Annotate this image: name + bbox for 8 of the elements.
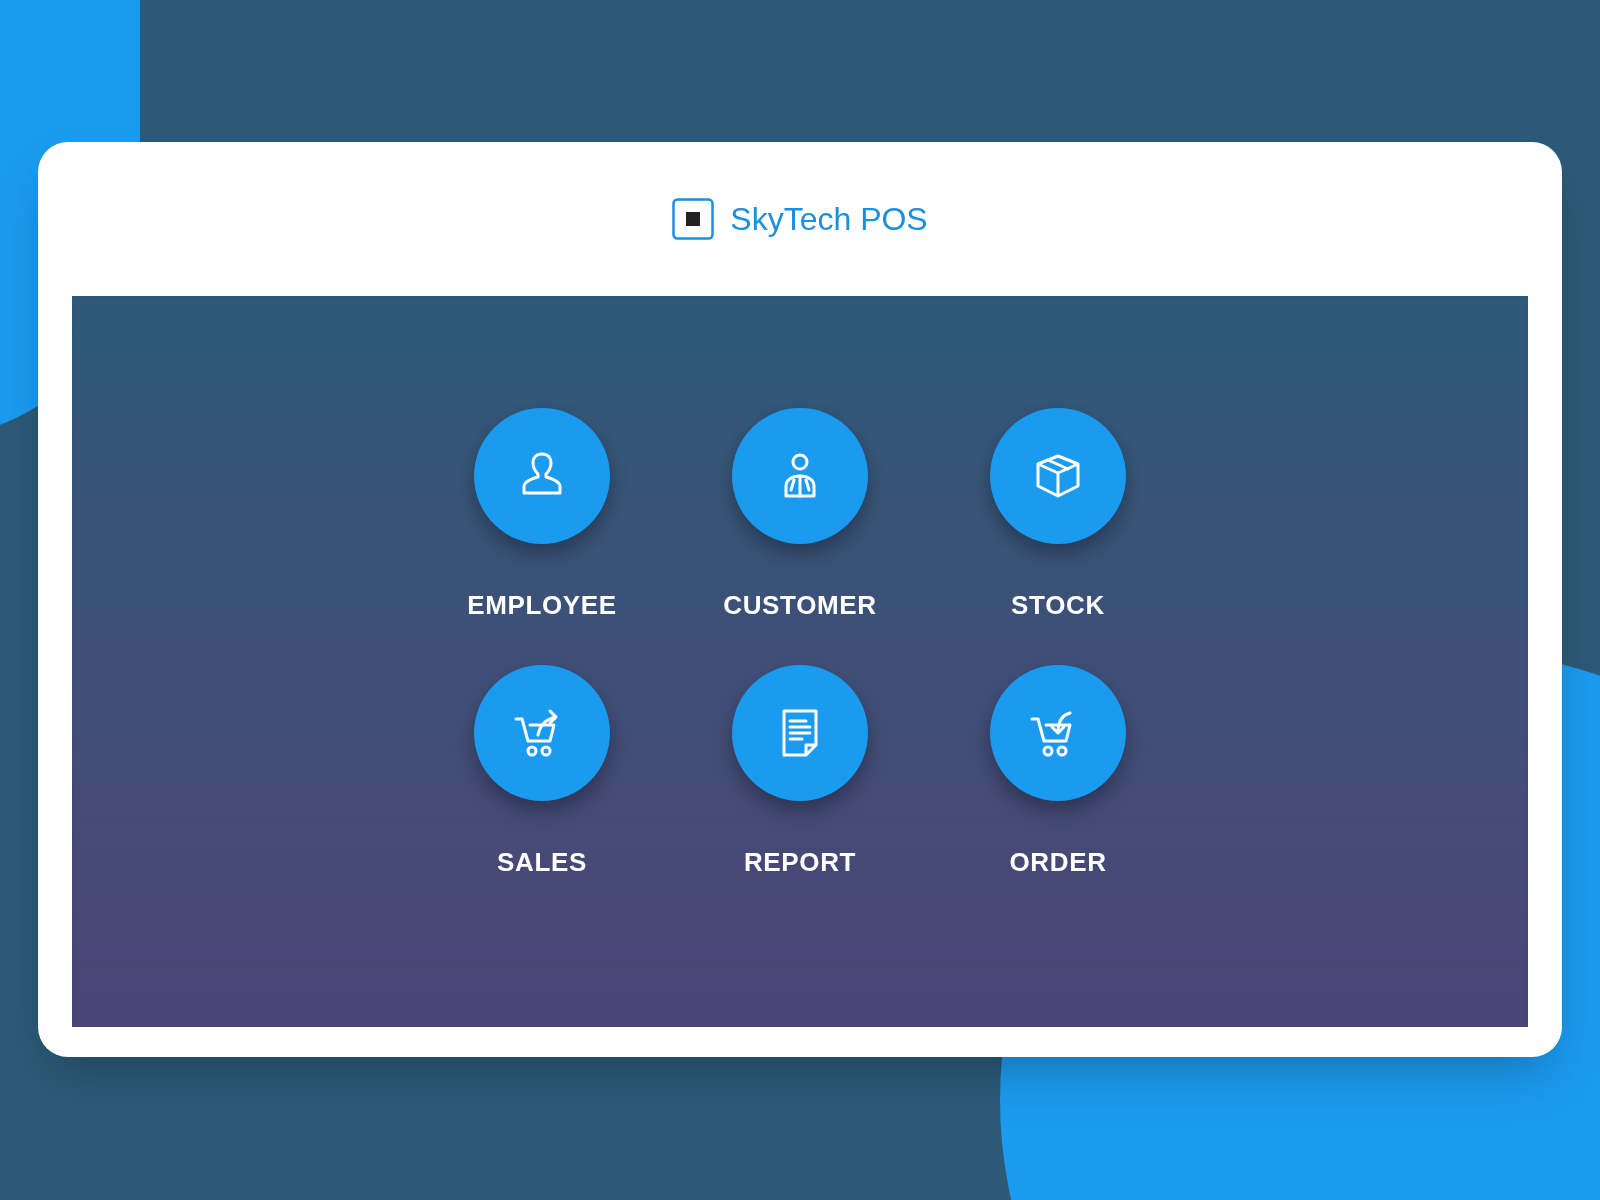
menu-label: CUSTOMER: [723, 589, 877, 622]
menu-label: REPORT: [743, 846, 857, 879]
menu-label: ORDER: [1009, 846, 1107, 879]
logo-icon: [672, 198, 715, 240]
menu-label: EMPLOYEE: [467, 589, 617, 622]
menu-label: STOCK: [1011, 589, 1105, 622]
menu-label: SALES: [497, 846, 587, 879]
app-title: SkyTech POS: [730, 200, 928, 239]
